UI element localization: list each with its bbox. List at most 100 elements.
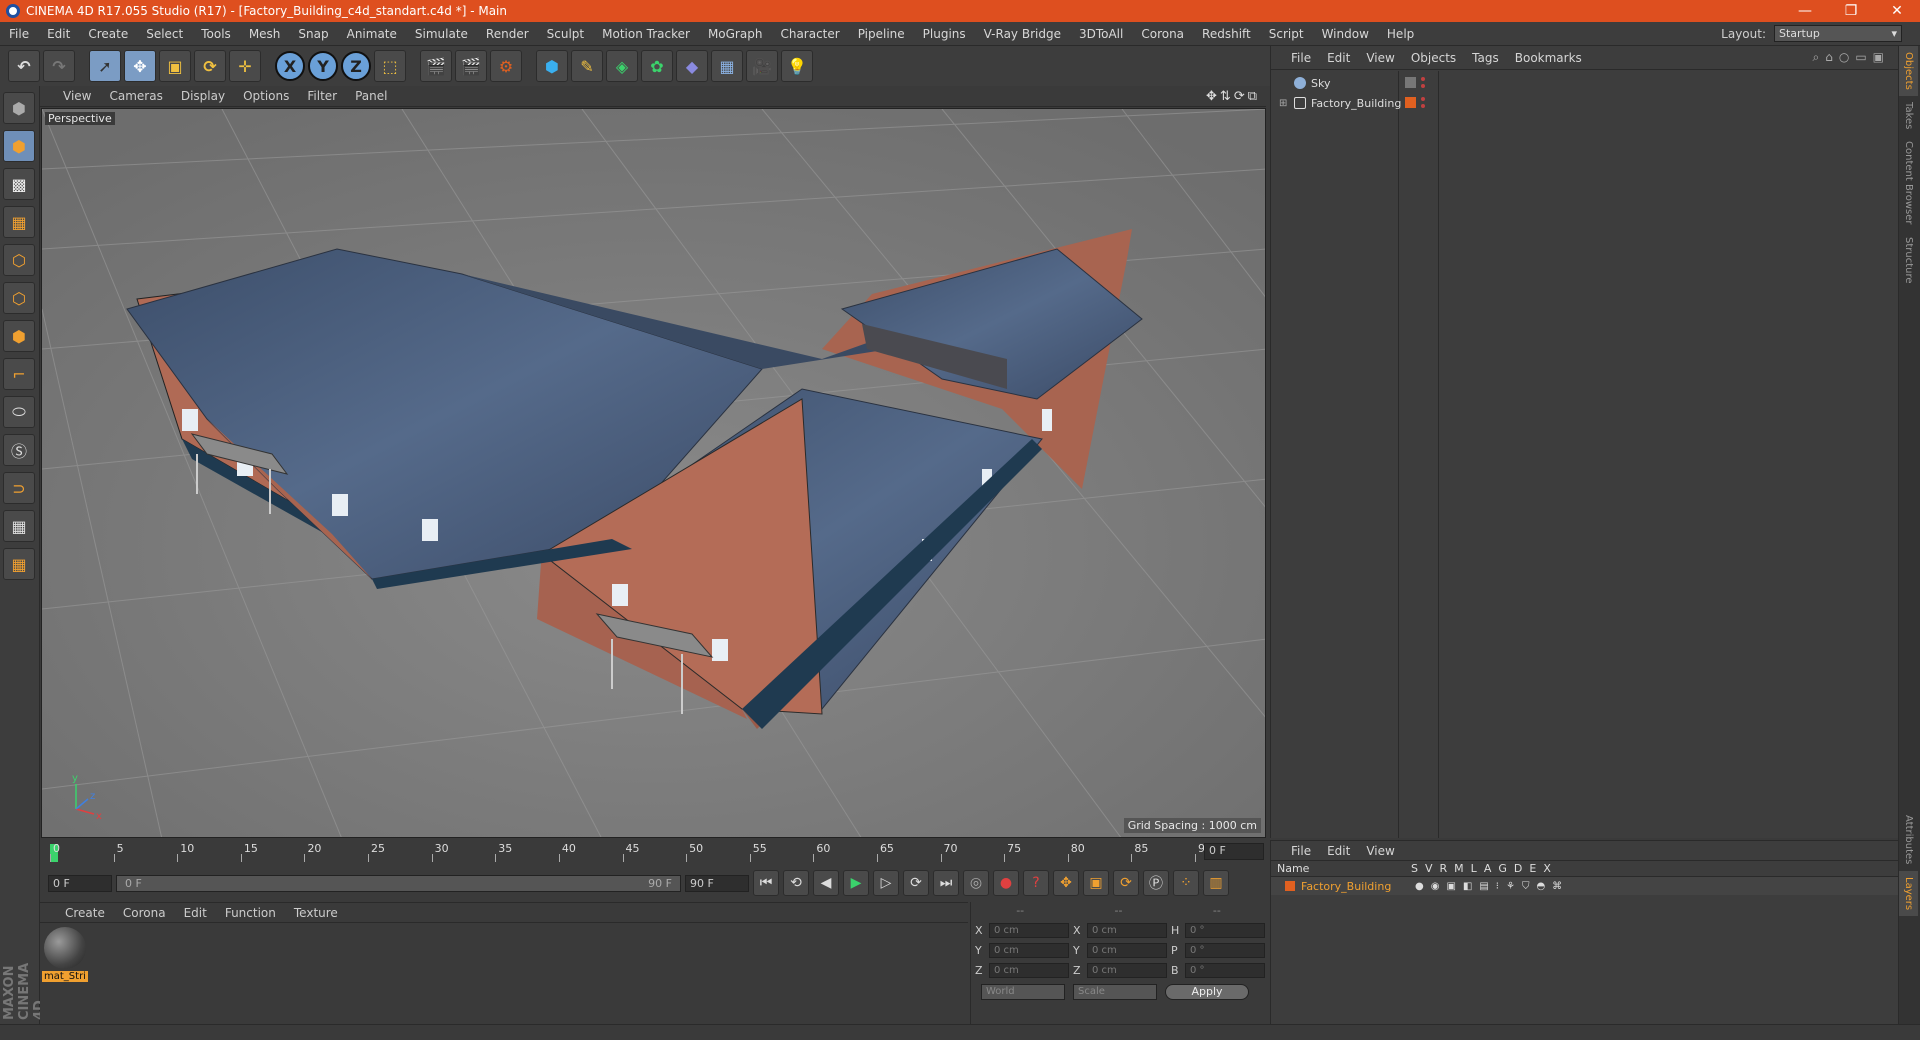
deformer-icon[interactable]: ◆ bbox=[676, 50, 708, 82]
model-mode-icon[interactable]: ⬢ bbox=[3, 130, 35, 162]
position-z-field[interactable]: 0 cm bbox=[989, 962, 1069, 978]
minimize-button[interactable]: — bbox=[1782, 3, 1828, 19]
z-axis-lock-button[interactable]: Z bbox=[341, 51, 371, 81]
current-frame-field[interactable]: 0 F bbox=[1204, 843, 1264, 860]
edit-render-settings-icon[interactable]: ⚙ bbox=[490, 50, 522, 82]
col-render[interactable]: R bbox=[1440, 862, 1448, 875]
menu-edit[interactable]: Edit bbox=[38, 27, 79, 41]
menu-help[interactable]: Help bbox=[1378, 27, 1423, 41]
transform-tool-icon[interactable]: ✛ bbox=[229, 50, 261, 82]
display-tag-icon[interactable] bbox=[1405, 77, 1416, 88]
subdivision-surface-icon[interactable]: ◈ bbox=[606, 50, 638, 82]
key-scale-icon[interactable]: ▣ bbox=[1083, 870, 1109, 896]
rotate-tool-icon[interactable]: ⟳ bbox=[194, 50, 226, 82]
tab-structure[interactable]: Structure bbox=[1899, 231, 1918, 290]
material-menu-create[interactable]: Create bbox=[56, 906, 114, 920]
workplane-lock-icon[interactable]: ▦ bbox=[3, 510, 35, 542]
visibility-dot-editor[interactable] bbox=[1421, 97, 1425, 101]
tab-objects[interactable]: Objects bbox=[1899, 46, 1918, 96]
close-button[interactable]: ✕ bbox=[1874, 3, 1920, 19]
key-rotation-icon[interactable]: ⟳ bbox=[1113, 870, 1139, 896]
menu-motion-tracker[interactable]: Motion Tracker bbox=[593, 27, 699, 41]
layers-menu-edit[interactable]: Edit bbox=[1319, 844, 1358, 858]
layer-name[interactable]: Factory_Building bbox=[1301, 880, 1391, 893]
objects-menu-tags[interactable]: Tags bbox=[1464, 51, 1507, 65]
size-y-field[interactable]: 0 cm bbox=[1087, 942, 1167, 958]
render-view-icon[interactable]: 🎬 bbox=[420, 50, 452, 82]
menu-vray-bridge[interactable]: V-Ray Bridge bbox=[975, 27, 1070, 41]
objects-menu-bookmarks[interactable]: Bookmarks bbox=[1507, 51, 1590, 65]
light-icon[interactable]: 💡 bbox=[781, 50, 813, 82]
visibility-dot-render[interactable] bbox=[1421, 84, 1425, 88]
redo-icon[interactable]: ↷ bbox=[43, 50, 75, 82]
render-to-picture-viewer-icon[interactable]: 🎬 bbox=[455, 50, 487, 82]
layer-color-tag-icon[interactable] bbox=[1405, 97, 1416, 108]
undo-icon[interactable]: ↶ bbox=[8, 50, 40, 82]
tab-content-browser[interactable]: Content Browser bbox=[1899, 135, 1918, 230]
menu-3dtoall[interactable]: 3DToAll bbox=[1070, 27, 1132, 41]
position-x-field[interactable]: 0 cm bbox=[989, 922, 1069, 938]
col-expressions[interactable]: E bbox=[1529, 862, 1536, 875]
viewport-menu-filter[interactable]: Filter bbox=[298, 89, 346, 103]
col-deformers[interactable]: D bbox=[1514, 862, 1522, 875]
motion-record-icon[interactable]: ◎ bbox=[963, 870, 989, 896]
start-frame-field[interactable]: 0 F bbox=[48, 874, 112, 892]
autokeying-icon[interactable]: ? bbox=[1023, 870, 1049, 896]
menu-file[interactable]: File bbox=[0, 27, 38, 41]
restore-button[interactable]: ❐ bbox=[1828, 3, 1874, 19]
menu-window[interactable]: Window bbox=[1313, 27, 1378, 41]
object-row-factory-building[interactable]: ⊞ Factory_Building bbox=[1271, 93, 1871, 113]
cloner-icon[interactable]: ✿ bbox=[641, 50, 673, 82]
play-icon[interactable]: ▶ bbox=[843, 870, 869, 896]
menu-character[interactable]: Character bbox=[771, 27, 848, 41]
col-solo[interactable]: S bbox=[1411, 862, 1418, 875]
viewport-menu-view[interactable]: View bbox=[54, 89, 100, 103]
material-name[interactable]: mat_Stri bbox=[42, 971, 88, 982]
col-manager[interactable]: M bbox=[1454, 862, 1464, 875]
size-z-field[interactable]: 0 cm bbox=[1087, 962, 1167, 978]
menu-render[interactable]: Render bbox=[477, 27, 538, 41]
snapping-icon[interactable]: Ⓢ bbox=[3, 434, 35, 466]
scale-tool-icon[interactable]: ▣ bbox=[159, 50, 191, 82]
coordinate-system-icon[interactable]: ⬚ bbox=[374, 50, 406, 82]
go-to-start-icon[interactable]: ⏮ bbox=[753, 870, 779, 896]
x-axis-lock-button[interactable]: X bbox=[275, 51, 305, 81]
menu-tools[interactable]: Tools bbox=[192, 27, 240, 41]
texture-mode-icon[interactable]: ▩ bbox=[3, 168, 35, 200]
frame-ruler[interactable]: 051015202530354045505560657075808590 bbox=[50, 842, 1212, 862]
visibility-dot-render[interactable] bbox=[1421, 104, 1425, 108]
go-to-end-icon[interactable]: ⏭ bbox=[933, 870, 959, 896]
objects-menu-edit[interactable]: Edit bbox=[1319, 51, 1358, 65]
tab-attributes[interactable]: Attributes bbox=[1899, 809, 1918, 870]
points-mode-icon[interactable]: ⬡ bbox=[3, 244, 35, 276]
viewport-navigation-icons[interactable]: ✥⇅⟳⧉ bbox=[1206, 89, 1260, 104]
rotation-p-field[interactable]: 0 ° bbox=[1185, 942, 1265, 958]
expand-icon[interactable]: ⊞ bbox=[1279, 98, 1289, 109]
size-x-field[interactable]: 0 cm bbox=[1087, 922, 1167, 938]
material-menu-texture[interactable]: Texture bbox=[285, 906, 347, 920]
menu-animate[interactable]: Animate bbox=[338, 27, 406, 41]
object-row-sky[interactable]: Sky bbox=[1271, 73, 1871, 93]
layers-menu-file[interactable]: File bbox=[1283, 844, 1319, 858]
viewport-menu-cameras[interactable]: Cameras bbox=[100, 89, 171, 103]
menu-snap[interactable]: Snap bbox=[289, 27, 337, 41]
objects-menu-file[interactable]: File bbox=[1283, 51, 1319, 65]
magnet-icon[interactable]: ⊃ bbox=[3, 472, 35, 504]
pen-spline-icon[interactable]: ✎ bbox=[571, 50, 603, 82]
menu-pipeline[interactable]: Pipeline bbox=[849, 27, 914, 41]
menu-script[interactable]: Script bbox=[1260, 27, 1313, 41]
material-menu-edit[interactable]: Edit bbox=[175, 906, 216, 920]
transform-mode-select[interactable]: Scale bbox=[1073, 984, 1157, 1000]
cube-primitive-icon[interactable]: ⬢ bbox=[536, 50, 568, 82]
edges-mode-icon[interactable]: ⬡ bbox=[3, 282, 35, 314]
layer-row[interactable]: Factory_Building ●◉▣◧▤⁝⚘⛉◓⌘ bbox=[1271, 877, 1898, 895]
menu-plugins[interactable]: Plugins bbox=[914, 27, 975, 41]
workplane-mode-icon[interactable]: ▦ bbox=[3, 206, 35, 238]
previous-key-icon[interactable]: ⟲ bbox=[783, 870, 809, 896]
tab-layers[interactable]: Layers bbox=[1899, 870, 1918, 916]
position-y-field[interactable]: 0 cm bbox=[989, 942, 1069, 958]
frame-range-slider[interactable]: 0 F 90 F bbox=[116, 874, 681, 892]
object-list[interactable]: Sky ⊞ Factory_Building bbox=[1271, 71, 1899, 838]
perspective-viewport[interactable]: y x z Perspective Grid Spacing : 1000 cm bbox=[41, 108, 1266, 838]
layer-flag-toggles[interactable]: ●◉▣◧▤⁝⚘⛉◓⌘ bbox=[1415, 881, 1569, 892]
